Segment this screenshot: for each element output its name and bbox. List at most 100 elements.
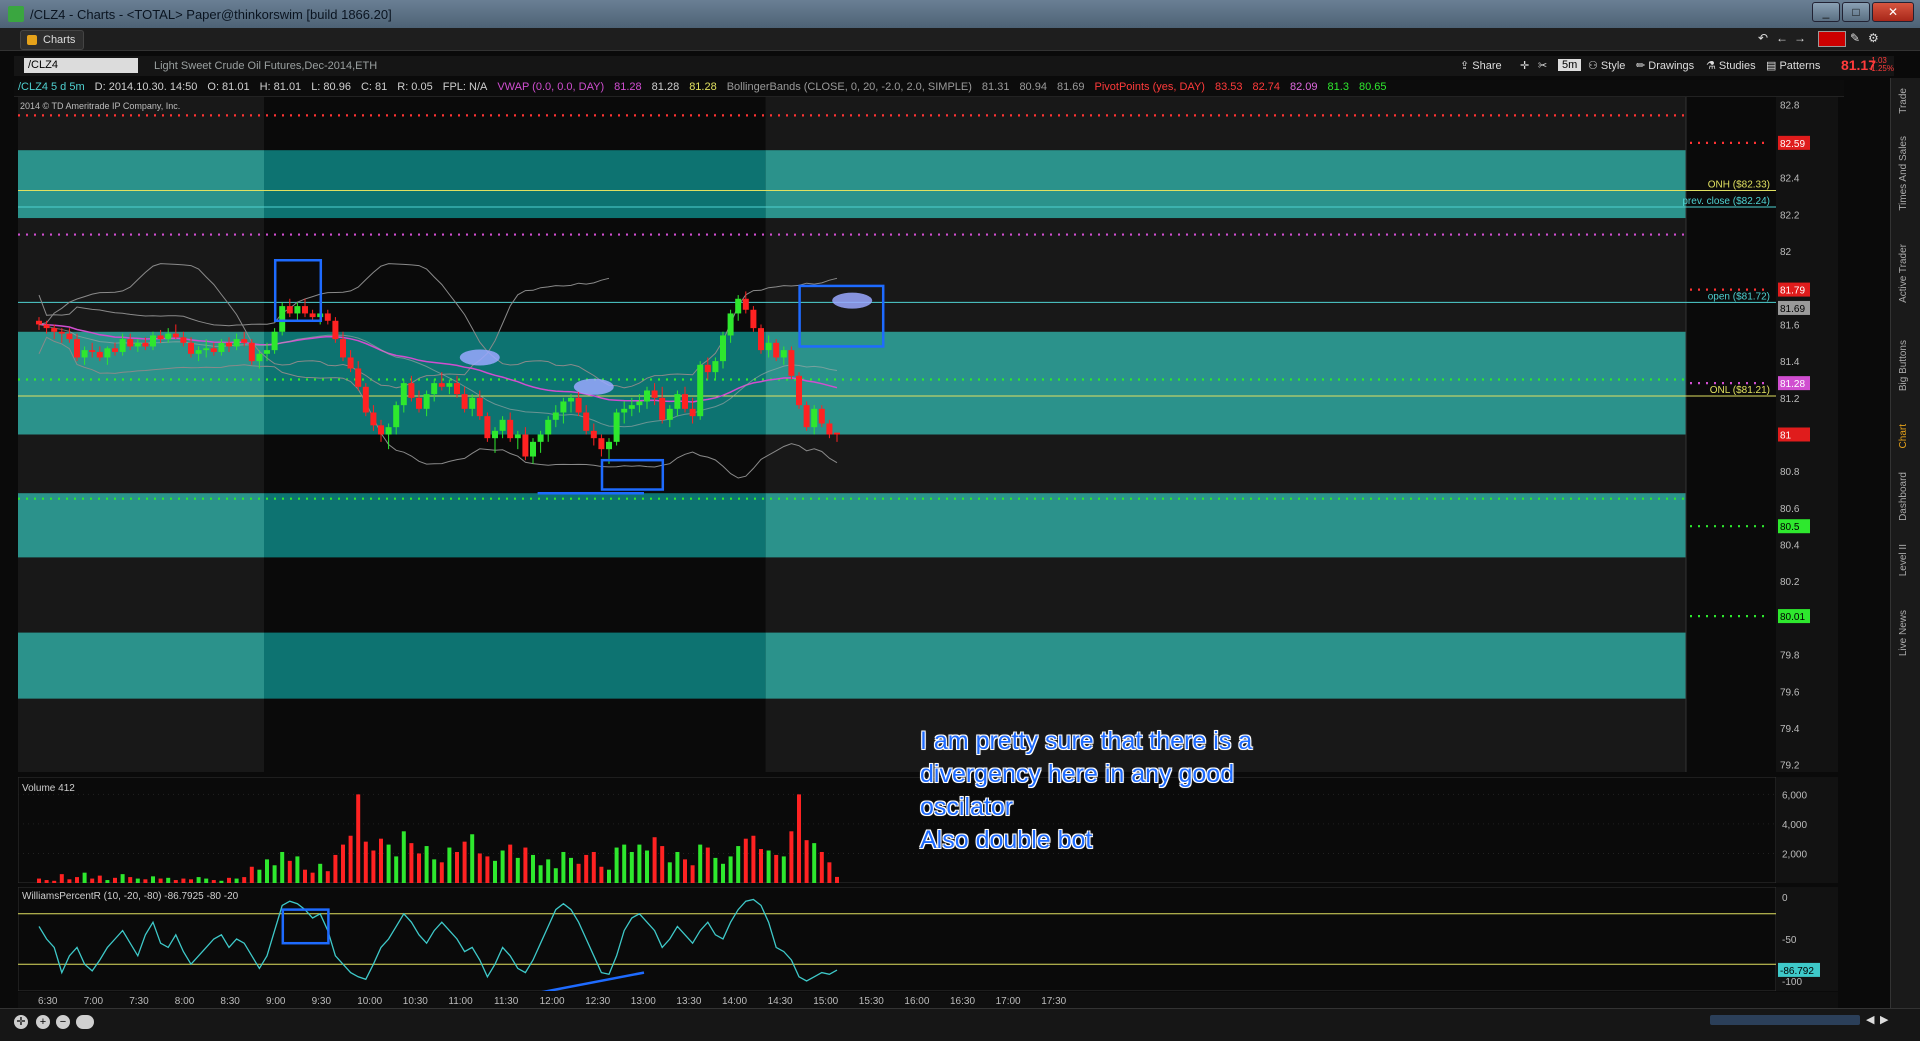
candle-body (682, 394, 688, 409)
time-tick: 7:30 (129, 996, 149, 1007)
time-tick: 10:00 (357, 996, 382, 1007)
side-tab[interactable]: Level II (1898, 544, 1909, 576)
zoom-out-icon[interactable]: − (56, 1015, 70, 1029)
time-tick: 8:30 (220, 996, 240, 1007)
williams-r-panel[interactable]: WilliamsPercentR (10, -20, -80) -86.7925… (18, 887, 1838, 991)
side-tab[interactable]: Active Trader (1898, 244, 1909, 303)
studies-button[interactable]: ⚗ Studies (1706, 59, 1756, 72)
volume-bar (120, 874, 125, 883)
candle-body (127, 339, 134, 347)
close-button[interactable]: ✕ (1872, 2, 1914, 22)
drawings-button[interactable]: ✏ Drawings (1636, 59, 1694, 72)
volume-bar (37, 878, 41, 883)
candle-body (590, 430, 597, 439)
candle-body (514, 434, 521, 439)
volume-bar (204, 878, 209, 883)
candle-body (469, 397, 476, 409)
candle-body (347, 357, 354, 369)
volume-bar (766, 850, 771, 883)
side-tab[interactable]: Live News (1898, 610, 1909, 656)
volume-bar (295, 856, 300, 883)
level-label: prev. close ($82.24) (1682, 196, 1770, 207)
volume-bar (401, 831, 406, 883)
undo-icon[interactable]: ↶ (1758, 31, 1768, 45)
candle-body (233, 339, 240, 347)
share-button[interactable]: ⇪ Share (1460, 59, 1502, 72)
volume-bar (485, 856, 490, 883)
side-tab[interactable]: Big Buttons (1898, 340, 1909, 391)
annotation-line: divergency here in any good (920, 760, 1235, 788)
time-tick: 14:30 (768, 996, 793, 1007)
time-tick: 14:00 (722, 996, 747, 1007)
volume-bar (470, 834, 475, 883)
candle-body (294, 306, 301, 314)
volume-bar (736, 846, 741, 883)
pin-icon[interactable]: ✎ (1850, 31, 1860, 45)
candle-body (89, 350, 96, 352)
link-color-button[interactable] (1818, 31, 1846, 47)
settings-icon[interactable]: ⚙ (1868, 31, 1879, 45)
annotation-line: oscilator (920, 793, 1014, 821)
style-label: Style (1600, 60, 1626, 72)
level-label: ONH ($82.33) (1708, 180, 1770, 191)
volume-bar (432, 859, 437, 883)
candle-body (758, 328, 764, 351)
candle-body (476, 397, 483, 417)
timeframe-button[interactable]: 5m (1558, 59, 1582, 71)
info-item: R: 0.05 (397, 81, 433, 93)
maximize-button[interactable]: □ (1842, 2, 1870, 22)
candle-body (735, 298, 742, 314)
scroll-right-icon[interactable]: ▶ (1880, 1013, 1888, 1026)
price-marker-label: 80.01 (1780, 612, 1805, 623)
price-chart[interactable]: ONH ($82.33) prev. close ($82.24) open ($8… (18, 97, 1838, 772)
candle-body (666, 408, 673, 420)
volume-bar (576, 863, 581, 883)
back-arrow-icon[interactable]: ← (1776, 31, 1788, 45)
candle-body (811, 408, 818, 428)
style-button[interactable]: ⚇ Style (1588, 59, 1625, 72)
williams-tick: -100 (1782, 977, 1802, 988)
volume-bar (318, 863, 323, 883)
time-tick: 13:00 (631, 996, 656, 1007)
side-tab[interactable]: Dashboard (1898, 472, 1909, 521)
annotation-line: I am pretty sure that there is a (920, 727, 1253, 755)
scroll-left-icon[interactable]: ◀ (1866, 1013, 1874, 1026)
volume-bar (333, 854, 338, 883)
volume-bar (508, 844, 513, 883)
candle-body (203, 348, 210, 351)
volume-bar (287, 860, 292, 883)
side-tab[interactable]: Trade (1898, 88, 1909, 114)
symbol-input[interactable]: /CLZ4 (24, 58, 138, 73)
volume-bar (181, 878, 186, 883)
candle-body (499, 419, 506, 431)
volume-bar (721, 863, 725, 883)
volume-bar (743, 838, 748, 883)
crosshair-icon[interactable]: ✛ (1520, 59, 1529, 72)
time-scrollbar[interactable] (1710, 1015, 1860, 1025)
price-marker-label: 82.59 (1780, 139, 1805, 150)
info-item: 81.3 (1327, 81, 1349, 93)
candle-body (119, 339, 126, 352)
volume-bar (553, 868, 558, 883)
wrench-icon[interactable]: ✂ (1538, 59, 1547, 72)
volume-bar (227, 877, 231, 883)
side-tab[interactable]: Chart (1898, 424, 1909, 448)
minimize-button[interactable]: _ (1812, 2, 1840, 22)
side-tab[interactable]: Times And Sales (1898, 136, 1909, 211)
volume-bar (546, 859, 551, 883)
volume-bar (75, 877, 79, 883)
volume-bar (44, 880, 49, 883)
candle-body (165, 333, 172, 340)
tab-charts[interactable]: Charts (20, 30, 85, 50)
pan-icon[interactable]: ✛ (14, 1015, 28, 1029)
candle-body (826, 423, 833, 435)
patterns-button[interactable]: ▤ Patterns (1766, 59, 1820, 72)
price-marker-label: 81.28 (1780, 379, 1805, 390)
zoom-in-icon[interactable]: + (36, 1015, 50, 1029)
candle-body (58, 331, 65, 334)
price-tick: 81.6 (1780, 320, 1800, 331)
forward-arrow-icon[interactable]: → (1794, 31, 1806, 45)
fit-icon[interactable] (76, 1015, 94, 1029)
volume-bar (439, 862, 444, 883)
volume-bar (158, 878, 163, 883)
